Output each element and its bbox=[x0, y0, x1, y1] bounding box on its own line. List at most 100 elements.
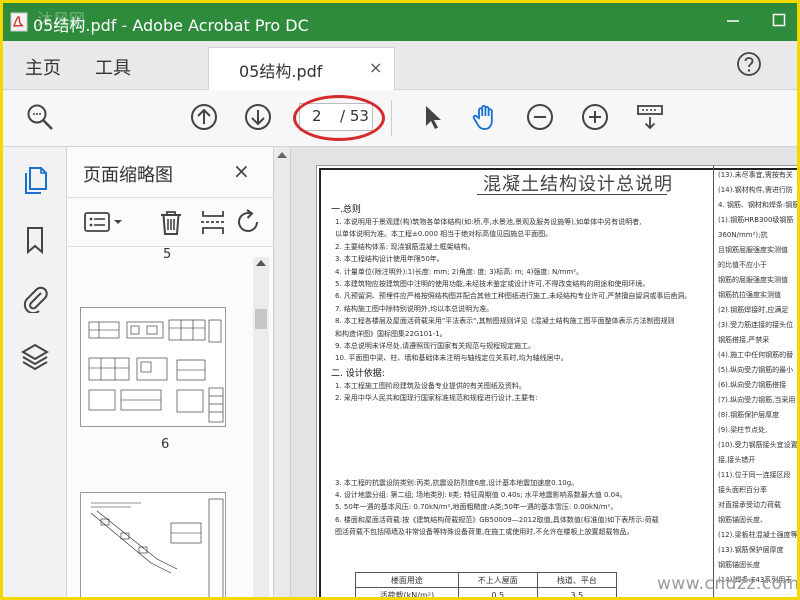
table-header: 不上人屋面 bbox=[457, 572, 538, 588]
thumbnail-page-6[interactable] bbox=[80, 307, 226, 427]
layers-icon[interactable] bbox=[21, 341, 49, 371]
right-note-line: 接,接头错开 bbox=[718, 456, 756, 464]
right-note-line: (13).未尽事宜,需按有关 bbox=[718, 171, 793, 179]
tools-menu[interactable]: 工具 bbox=[95, 54, 131, 80]
table-cell: 活荷载(kN/m²) bbox=[355, 587, 459, 597]
body-line: 4. 设计地震分组: 第二组; 场地类别: Ⅱ类; 特征周期值 0.40s; 水… bbox=[335, 491, 627, 499]
right-note-line: 的比值不应小于 bbox=[718, 261, 767, 269]
body-line: 7. 结构施工图中除特别说明外,均以本总说明为准。 bbox=[335, 304, 494, 313]
home-menu[interactable]: 主页 bbox=[25, 54, 61, 80]
load-table: 楼面用途 不上人屋面 栈道、平台 活荷载(kN/m²) 0.5 3.5 bbox=[355, 572, 618, 597]
document-scrollbar[interactable] bbox=[274, 147, 291, 597]
right-note-line: 钢筋的屈服强度实测值 bbox=[718, 276, 788, 284]
right-note-line: (4).施工中任何钢筋的替 bbox=[718, 351, 794, 359]
rotate-icon[interactable] bbox=[235, 208, 263, 236]
red-highlight-ellipse bbox=[293, 95, 385, 141]
scrollbar-thumb[interactable] bbox=[255, 309, 267, 329]
thumbnail-page-7[interactable] bbox=[80, 492, 226, 597]
page-thumbnails-panel: 页面缩略图 × 5 6 bbox=[67, 147, 274, 597]
body-line: 2. 主要结构体系: 现浇钢筋混凝土框架结构。 bbox=[335, 242, 475, 251]
right-note-line: 接头面积百分率 bbox=[718, 486, 767, 494]
right-note-line: (7).纵向受力钢筋,当采用 bbox=[718, 396, 796, 404]
table-header: 楼面用途 bbox=[355, 572, 459, 588]
thumbnail-options-icon[interactable] bbox=[83, 208, 125, 236]
table-cell: 0.5 bbox=[457, 587, 538, 597]
body-line: 5. 本建筑物应按建筑图中注明的使用功能,未经技术鉴定或设计许可,不得改变结构的… bbox=[335, 280, 650, 288]
site-watermark: www.cndzz.com bbox=[657, 574, 800, 594]
right-note-line: 钢筋锚固长度、 bbox=[718, 516, 767, 524]
thumbnail-label: 6 bbox=[161, 437, 170, 452]
right-note-line: 4. 钢筋、钢材和焊条:钢筋表 bbox=[718, 201, 800, 209]
right-note-line: (6).纵向受力钢筋搭接 bbox=[718, 381, 787, 389]
table-cell: 3.5 bbox=[536, 587, 618, 597]
right-note-line: (1).钢筋HRB300级钢筋 bbox=[718, 216, 794, 224]
section-heading: 一.总则 bbox=[331, 205, 361, 215]
insert-pages-icon[interactable] bbox=[199, 208, 227, 236]
minimize-button[interactable] bbox=[720, 10, 746, 34]
right-notes-column: (13).未尽事宜,需按有关 (14).钢材构件,需进行防 4. 钢筋、钢材和焊条:… bbox=[713, 166, 800, 597]
body-line: 4. 计量单位(除注明外):1)长度: mm; 2)角度: 度; 3)标高: m… bbox=[335, 267, 584, 276]
body-line: 9. 本总说明未详尽处,请遵照现行国家有关规范与规程规定施工。 bbox=[335, 342, 536, 350]
thumbnail-drawing bbox=[88, 319, 224, 423]
help-icon[interactable] bbox=[736, 51, 762, 77]
body-line: 6. 楼面和屋面活荷载:按《建筑结构荷载规范》GB50009—2012取值,具体… bbox=[335, 515, 659, 524]
body-line: 5. 50年一遇的基本风压: 0.70kN/m²,地面粗糙度:A类;50年一遇的… bbox=[335, 503, 618, 512]
right-note-line: 360N/mm²);抗 bbox=[718, 231, 768, 239]
hand-tool-icon[interactable] bbox=[470, 102, 500, 132]
menu-bar: 主页 工具 05结构.pdf × bbox=[3, 41, 797, 90]
right-note-line: (5).纵向受力钢筋的最小 bbox=[718, 366, 794, 374]
zoom-out-icon[interactable] bbox=[525, 102, 555, 132]
scroll-up-icon[interactable] bbox=[256, 260, 266, 266]
close-panel-icon[interactable]: × bbox=[233, 159, 250, 183]
heading-underline bbox=[477, 194, 667, 195]
page-down-icon[interactable] bbox=[243, 102, 273, 132]
maximize-button[interactable] bbox=[766, 10, 792, 34]
window-title: 05结构.pdf - Adobe Acrobat Pro DC bbox=[33, 16, 309, 35]
close-tab-icon[interactable]: × bbox=[369, 58, 382, 77]
left-nav-rail bbox=[3, 147, 67, 597]
page-display-icon[interactable] bbox=[635, 102, 665, 132]
page-up-icon[interactable] bbox=[189, 102, 219, 132]
right-note-line: 钢筋搭接,严禁采 bbox=[718, 336, 770, 344]
body-line: 3. 本工程的抗震设防类别:丙类,抗震设防烈度6度,设计基本地震加速度0.10g… bbox=[335, 478, 579, 487]
right-note-line: (11).位于同一连接区段 bbox=[718, 471, 791, 479]
thumbnail-label-partial: 5 bbox=[163, 247, 172, 262]
right-note-line: 钢筋抗拉强度实测值 bbox=[718, 291, 781, 299]
body-line: 1. 本工程施工图阶段建筑及设备专业提供的有关图纸及资料。 bbox=[335, 381, 526, 390]
table-header: 栈道、平台 bbox=[536, 572, 618, 588]
body-line: 10. 平面图中梁、柱、墙和基础体未注明与轴线定位关系时,均为轴线居中。 bbox=[335, 354, 568, 363]
right-note-line: 钢筋锚固长度 bbox=[718, 561, 760, 569]
pages-icon[interactable] bbox=[21, 165, 49, 195]
toolbar: 2 / 53 bbox=[3, 90, 797, 147]
select-cursor-icon[interactable] bbox=[417, 102, 447, 132]
document-tab[interactable]: 05结构.pdf × bbox=[208, 47, 395, 90]
right-note-line: (9).梁柱节点处, bbox=[718, 426, 768, 434]
right-note-line: (12).梁板柱混凝土强度等级 bbox=[718, 531, 800, 539]
right-note-line: (10).受力钢筋接头宜设置在 bbox=[718, 441, 800, 449]
zoom-search-icon[interactable] bbox=[25, 102, 55, 132]
delete-icon[interactable] bbox=[157, 208, 185, 236]
zoom-in-icon[interactable] bbox=[580, 102, 610, 132]
right-note-line: (3).受力筋连接的接头位 bbox=[718, 321, 794, 329]
document-heading: 混凝土结构设计总说明 bbox=[483, 174, 673, 195]
toolbar-divider bbox=[391, 100, 392, 136]
right-note-line: 且钢筋屈服强度实测值 bbox=[718, 246, 788, 254]
body-line: 以单体说明为准。本工程±0.000 相当于绝对标高值见园施总平面图。 bbox=[335, 230, 553, 239]
right-note-line: (13).钢筋保护层厚度 bbox=[718, 546, 784, 554]
body-line: 图活荷载不包括隔墙及非常设备等特殊设备荷重,在施工或使用时,不允许在楼板上放置超… bbox=[335, 528, 634, 537]
right-note-line: (14).钢材构件,需进行防 bbox=[718, 186, 793, 194]
bookmark-icon[interactable] bbox=[21, 225, 49, 255]
body-line: 2. 采用中华人民共和国现行国家标准规范和规程进行设计,主要有: bbox=[335, 394, 538, 403]
pdf-page: 混凝土结构设计总说明 一.总则 1. 本说明用于景观建(构)筑物各单体结构(如:桥… bbox=[316, 165, 800, 597]
right-note-line: 对直接承受动力荷载 bbox=[718, 501, 781, 509]
title-bar: 沐风网 05结构.pdf - Adobe Acrobat Pro DC bbox=[3, 3, 797, 41]
document-view: 混凝土结构设计总说明 一.总则 1. 本说明用于景观建(构)筑物各单体结构(如:桥… bbox=[274, 147, 797, 597]
section-heading: 二. 设计依据: bbox=[331, 368, 385, 379]
body-line: 6. 凡预留洞、预埋件应严格按照结构图并配合其他工种图纸进行施工,未经结构专业许… bbox=[335, 292, 692, 301]
thumbnail-scrollbar[interactable] bbox=[253, 257, 269, 597]
right-note-line: (2).钢筋焊接时,应满足 bbox=[718, 306, 789, 314]
acrobat-app-icon bbox=[10, 12, 28, 32]
attachment-icon[interactable] bbox=[21, 283, 49, 313]
doc-scroll-up-icon[interactable] bbox=[277, 152, 287, 158]
right-note-line: (8).钢筋保护层厚度 bbox=[718, 411, 780, 419]
